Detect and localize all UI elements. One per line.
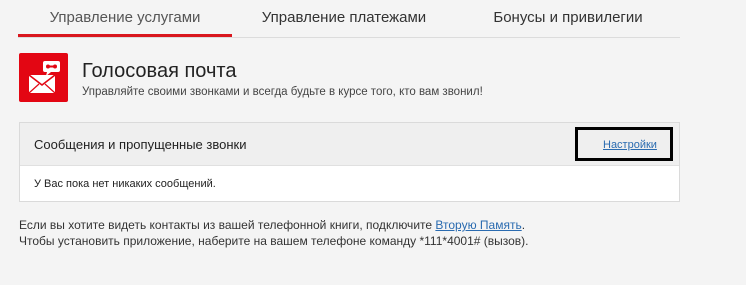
top-tabs: Управление услугами Управление платежами… [18,0,680,38]
settings-link[interactable]: Настройки [603,139,657,151]
info-line-2: Чтобы установить приложение, наберите на… [19,234,529,248]
info-line-1: Если вы хотите видеть контакты из вашей … [19,217,529,233]
panel-header: Сообщения и пропущенные звонки Настройки [20,123,679,166]
tab-bonuses[interactable]: Бонусы и привилегии [456,0,680,35]
info-line-1-prefix: Если вы хотите видеть контакты из вашей … [19,218,436,232]
page-subtitle: Управляйте своими звонками и всегда будь… [82,86,483,98]
messages-panel: Сообщения и пропущенные звонки Настройки… [19,122,680,202]
tab-payments[interactable]: Управление платежами [232,0,456,35]
second-memory-link[interactable]: Вторую Память [435,218,521,232]
voicemail-envelope-icon [19,53,68,102]
page-title: Голосовая почта [82,60,237,82]
info-line-1-suffix: . [521,218,526,232]
panel-title: Сообщения и пропущенные звонки [34,137,247,152]
empty-messages-text: У Вас пока нет никаких сообщений. [34,178,216,190]
tab-services[interactable]: Управление услугами [18,0,232,37]
info-text: Если вы хотите видеть контакты из вашей … [19,217,529,249]
